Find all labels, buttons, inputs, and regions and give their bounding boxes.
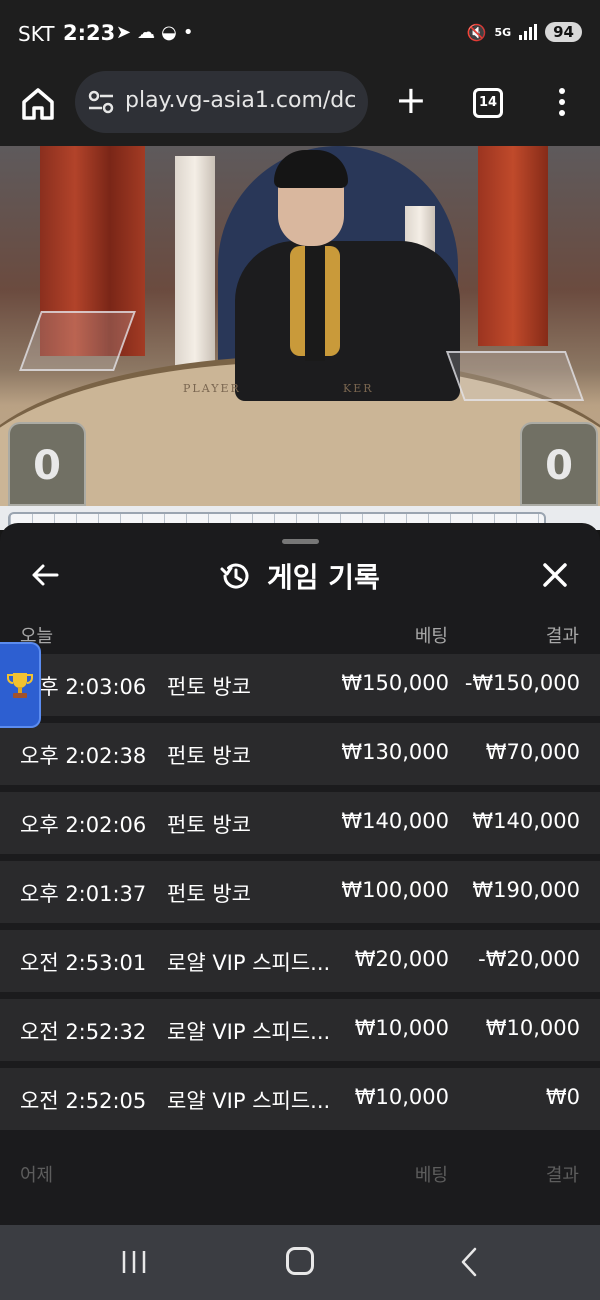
status-bar: SKT 2:23 ➤☁◒• 🔇 5G 94 [0, 0, 600, 66]
home-icon[interactable] [18, 84, 58, 124]
mute-icon: 🔇 [466, 22, 487, 42]
row-game: 로얄 VIP 스피드... [167, 1089, 331, 1113]
nav-home-icon[interactable] [286, 1247, 314, 1275]
bet-column-header: 베팅 [414, 1165, 448, 1186]
row-game: 펀토 방코 [167, 675, 251, 699]
bowl-icon: ◒ [161, 22, 183, 43]
address-bar[interactable]: play.vg-asia1.com/dc [75, 71, 368, 133]
history-row[interactable]: 오후 2:02:38 펀토 방코 ₩130,000 ₩70,000 [0, 723, 600, 785]
result-column-header: 결과 [545, 1165, 579, 1186]
table-label-player: PLAYER [183, 382, 241, 395]
carrier-label: SKT [18, 22, 55, 46]
row-bet: ₩10,000 [354, 1016, 449, 1040]
result-column-header: 결과 [545, 626, 579, 647]
banker-score: 0 [520, 422, 598, 506]
game-history-panel: 게임 기록 오늘 베팅 결과 오후 2:03:06 펀토 방코 ₩150,000… [0, 523, 600, 1225]
history-row[interactable]: 오전 2:52:05 로얄 VIP 스피드... ₩10,000 ₩0 [0, 1068, 600, 1130]
row-bet: ₩10,000 [354, 1085, 449, 1109]
new-tab-button[interactable]: + [395, 81, 427, 119]
row-result: ₩190,000 [472, 878, 580, 902]
bet-column-header: 베팅 [414, 626, 448, 647]
trophy-side-tab[interactable] [0, 642, 41, 728]
row-time: 오후 2:02:06 [20, 813, 147, 837]
row-result: -₩150,000 [464, 671, 580, 695]
system-nav-bar [0, 1225, 600, 1300]
live-dealer-video: PLAYER KER 0 0 [0, 146, 600, 506]
row-result: ₩70,000 [485, 740, 580, 764]
history-row[interactable]: 오후 2:03:06 펀토 방코 ₩150,000 -₩150,000 [0, 654, 600, 716]
row-bet: ₩150,000 [341, 671, 449, 695]
player-score: 0 [8, 422, 86, 506]
history-list: 오후 2:03:06 펀토 방코 ₩150,000 -₩150,000 오후 2… [0, 654, 600, 1137]
panel-title: 게임 기록 [267, 561, 380, 594]
site-settings-icon[interactable] [88, 90, 114, 114]
row-time: 오후 2:02:38 [20, 744, 147, 768]
row-bet: ₩140,000 [341, 809, 449, 833]
history-row[interactable]: 오후 2:02:06 펀토 방코 ₩140,000 ₩140,000 [0, 792, 600, 854]
system-indicators: 🔇 5G 94 [467, 22, 582, 42]
dealer-jacket [235, 241, 460, 401]
row-game: 펀토 방코 [167, 813, 251, 837]
row-game: 로얄 VIP 스피드... [167, 951, 331, 975]
pillar-left [175, 156, 215, 376]
yesterday-header: 어제 베팅 결과 [0, 1161, 600, 1191]
drag-handle[interactable] [282, 539, 319, 544]
row-game: 펀토 방코 [167, 744, 251, 768]
history-icon [220, 563, 249, 589]
notification-icons: ➤☁◒• [116, 22, 199, 43]
dealer-shirt [305, 241, 325, 361]
card-shoe-left [19, 311, 136, 371]
row-game: 펀토 방코 [167, 882, 251, 906]
tab-switcher-button[interactable]: 14 [473, 88, 503, 118]
row-time: 오전 2:53:01 [20, 951, 147, 975]
url-text[interactable]: play.vg-asia1.com/dc [125, 88, 356, 113]
row-result: ₩10,000 [485, 1016, 580, 1040]
history-row[interactable]: 오전 2:53:01 로얄 VIP 스피드... ₩20,000 -₩20,00… [0, 930, 600, 992]
telegram-icon: ➤ [116, 22, 138, 43]
table-label-banker: KER [343, 382, 374, 395]
row-time: 오전 2:52:32 [20, 1020, 147, 1044]
history-row[interactable]: 오후 2:01:37 펀토 방코 ₩100,000 ₩190,000 [0, 861, 600, 923]
today-header: 오늘 베팅 결과 [0, 622, 600, 652]
nav-back-icon[interactable] [457, 1247, 481, 1277]
back-arrow-icon[interactable] [29, 559, 61, 591]
row-game: 로얄 VIP 스피드... [167, 1020, 331, 1044]
card-shoe-right [445, 351, 585, 401]
yesterday-label: 어제 [20, 1165, 54, 1186]
battery-indicator: 94 [545, 22, 582, 42]
row-result: ₩140,000 [472, 809, 580, 833]
curtain-right [478, 146, 548, 346]
clock: 2:23 [63, 21, 116, 45]
row-bet: ₩100,000 [341, 878, 449, 902]
row-bet: ₩20,000 [354, 947, 449, 971]
chat-bubble-icon: ☁ [137, 22, 162, 43]
row-result: ₩0 [545, 1085, 580, 1109]
browser-menu-icon[interactable] [552, 86, 572, 120]
trophy-icon [7, 673, 33, 698]
network-label: 5G [494, 25, 512, 39]
row-bet: ₩130,000 [341, 740, 449, 764]
close-icon[interactable] [539, 559, 571, 591]
row-time: 오후 2:01:37 [20, 882, 147, 906]
history-row[interactable]: 오전 2:52:32 로얄 VIP 스피드... ₩10,000 ₩10,000 [0, 999, 600, 1061]
recent-apps-icon[interactable] [121, 1250, 147, 1274]
dot-icon: • [182, 22, 200, 43]
signal-icon [519, 24, 538, 40]
row-time: 오전 2:52:05 [20, 1089, 147, 1113]
browser-toolbar: play.vg-asia1.com/dc + 14 [0, 66, 600, 146]
row-result: -₩20,000 [478, 947, 580, 971]
